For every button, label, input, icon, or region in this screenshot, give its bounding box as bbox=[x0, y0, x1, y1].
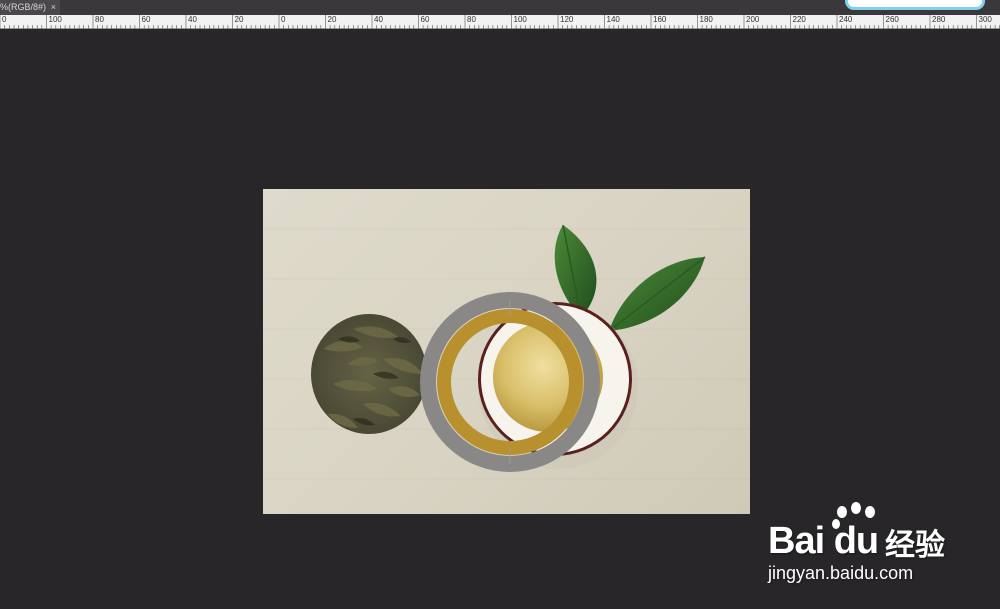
search-field[interactable] bbox=[845, 0, 985, 10]
ruler-label: 80 bbox=[467, 15, 476, 24]
ruler-label: 120 bbox=[560, 15, 574, 24]
ruler-label: 220 bbox=[792, 15, 806, 24]
document-tab[interactable]: %(RGB/8#) × bbox=[0, 0, 60, 15]
document-canvas[interactable] bbox=[263, 189, 750, 514]
photoshop-workspace: %(RGB/8#) × 0 100 80 60 40 20 0 20 40 60 80 100 120 1… bbox=[0, 0, 1000, 609]
ruler-label: 160 bbox=[653, 15, 667, 24]
ruler-label: 20 bbox=[234, 15, 244, 24]
ruler-label: 200 bbox=[746, 15, 760, 24]
close-icon[interactable]: × bbox=[51, 0, 56, 15]
baidu-jingyan-watermark: Bai du 经验 jingyan.baidu.com bbox=[760, 500, 1000, 600]
ruler-label: 280 bbox=[932, 15, 946, 24]
ruler-label: 80 bbox=[95, 15, 104, 24]
tea-image bbox=[263, 224, 750, 480]
ruler-label: 0 bbox=[281, 15, 286, 24]
ruler-label: 240 bbox=[839, 15, 853, 24]
ruler-label: 180 bbox=[699, 15, 713, 24]
dried-tea-leaves bbox=[311, 314, 427, 434]
ruler-label: 100 bbox=[513, 15, 527, 24]
horizontal-ruler[interactable]: 0 100 80 60 40 20 0 20 40 60 80 100 120 140 160 180 200 2… bbox=[0, 15, 1000, 29]
ruler-label: 260 bbox=[885, 15, 899, 24]
ruler-label: 100 bbox=[48, 15, 62, 24]
ruler-label: 20 bbox=[327, 15, 337, 24]
ruler-label: 60 bbox=[420, 15, 430, 24]
ruler-label: 40 bbox=[188, 15, 197, 24]
watermark-brand: Bai du bbox=[768, 520, 879, 562]
watermark-url: jingyan.baidu.com bbox=[768, 563, 914, 583]
ruler-label: 140 bbox=[606, 15, 620, 24]
ruler-label: 300 bbox=[978, 15, 992, 24]
ruler-label: 60 bbox=[141, 15, 151, 24]
ruler-label: 0 bbox=[2, 15, 7, 24]
watermark-product: 经验 bbox=[885, 528, 945, 563]
document-tab-title: %(RGB/8#) bbox=[0, 2, 47, 12]
ruler-label: 40 bbox=[374, 15, 383, 24]
